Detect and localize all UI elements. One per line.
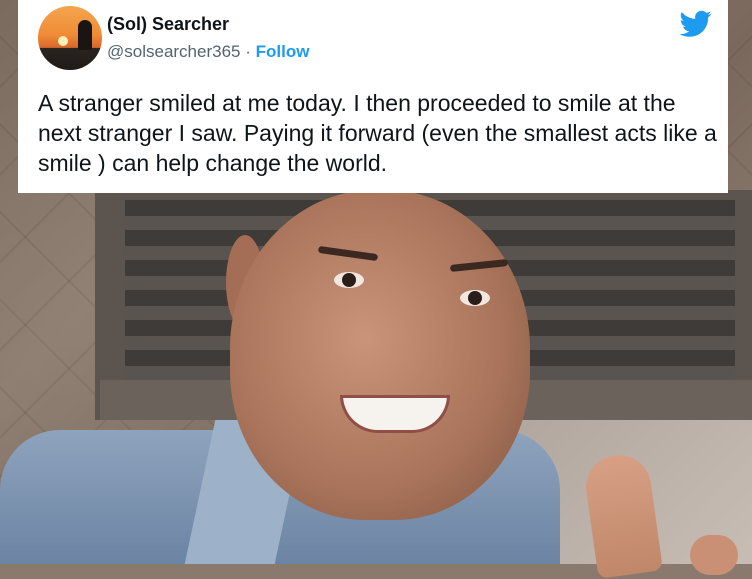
separator-dot: ·	[240, 42, 256, 61]
right-eye	[460, 290, 490, 306]
user-handle[interactable]: @solsearcher365	[107, 42, 241, 61]
sun-icon	[58, 36, 68, 46]
face	[230, 190, 530, 520]
twitter-bird-icon[interactable]	[680, 10, 712, 38]
tweet-card: (Sol) Searcher @solsearcher365 · Follow …	[18, 0, 728, 193]
profile-avatar[interactable]	[38, 6, 102, 70]
follow-link[interactable]: Follow	[256, 42, 310, 61]
right-pupil	[468, 291, 482, 305]
left-eye	[334, 272, 364, 288]
tweet-text: A stranger smiled at me today. I then pr…	[38, 90, 717, 176]
display-name[interactable]: (Sol) Searcher	[107, 14, 229, 35]
thumb	[690, 535, 738, 575]
handle-row: @solsearcher365 · Follow	[107, 42, 309, 62]
silhouette-icon	[78, 20, 92, 50]
left-pupil	[342, 273, 356, 287]
